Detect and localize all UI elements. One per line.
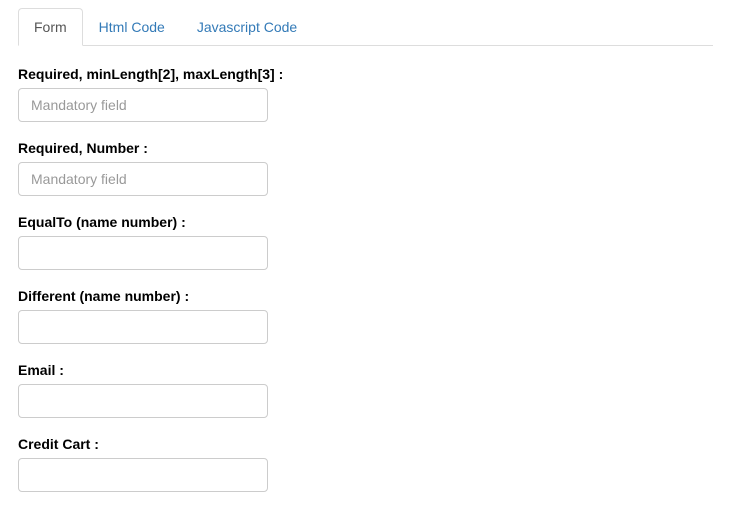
form-container: Form Html Code Javascript Code Required,… xyxy=(0,0,731,528)
input-email[interactable] xyxy=(18,384,268,418)
input-required-minmax[interactable] xyxy=(18,88,268,122)
label-different: Different (name number) : xyxy=(18,288,713,304)
nav-tabs: Form Html Code Javascript Code xyxy=(18,8,713,46)
input-credit-cart[interactable] xyxy=(18,458,268,492)
tab-html-code[interactable]: Html Code xyxy=(83,8,181,46)
form-group-credit-cart: Credit Cart : xyxy=(18,436,713,492)
form-group-email: Email : xyxy=(18,362,713,418)
label-required-number: Required, Number : xyxy=(18,140,713,156)
label-equal-to: EqualTo (name number) : xyxy=(18,214,713,230)
form-group-required-number: Required, Number : xyxy=(18,140,713,196)
label-required-minmax: Required, minLength[2], maxLength[3] : xyxy=(18,66,713,82)
label-email: Email : xyxy=(18,362,713,378)
form-group-required-minmax: Required, minLength[2], maxLength[3] : xyxy=(18,66,713,122)
form-group-different: Different (name number) : xyxy=(18,288,713,344)
tab-javascript-code[interactable]: Javascript Code xyxy=(181,8,313,46)
label-credit-cart: Credit Cart : xyxy=(18,436,713,452)
input-required-number[interactable] xyxy=(18,162,268,196)
input-equal-to[interactable] xyxy=(18,236,268,270)
tab-form[interactable]: Form xyxy=(18,8,83,46)
input-different[interactable] xyxy=(18,310,268,344)
form-group-equal-to: EqualTo (name number) : xyxy=(18,214,713,270)
